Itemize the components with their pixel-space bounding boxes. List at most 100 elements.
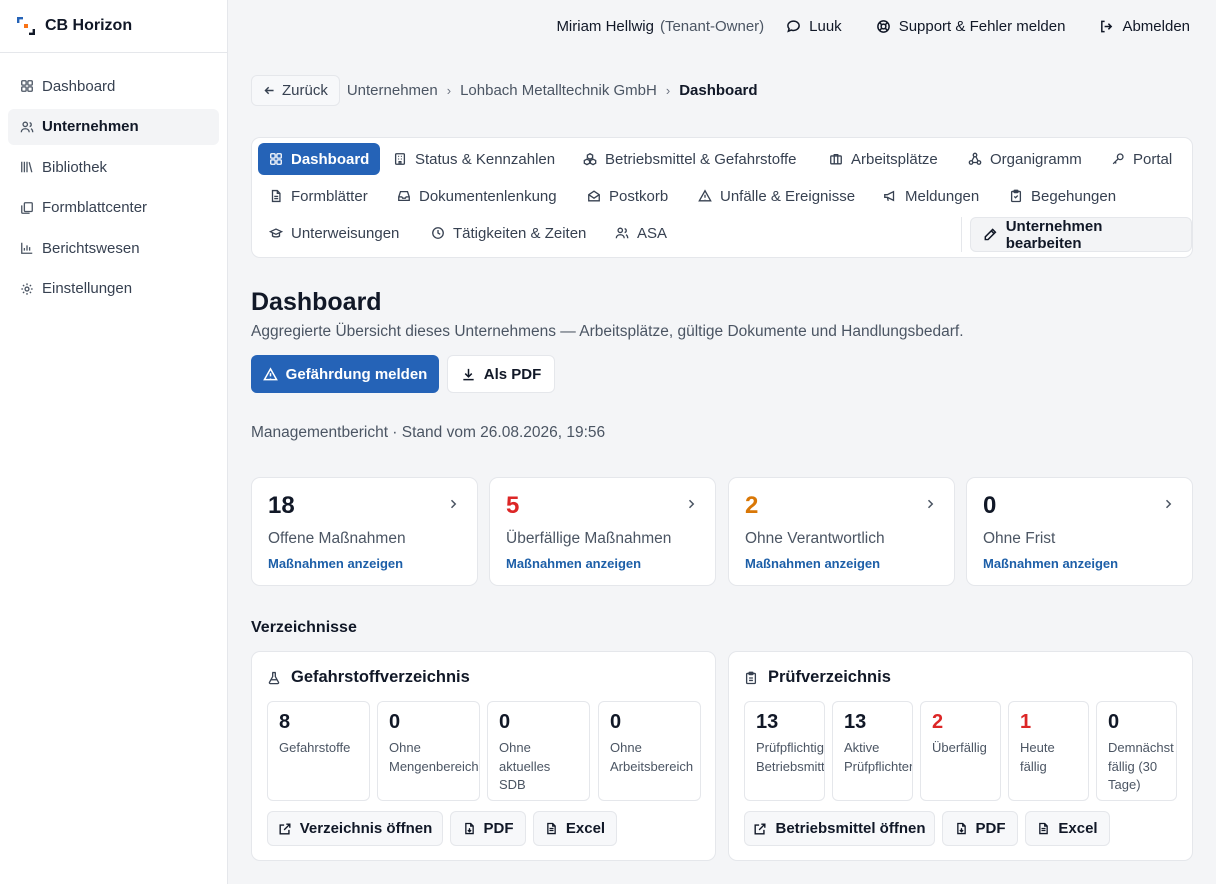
sidebar-item-label: Unternehmen xyxy=(42,118,139,136)
user-role: (Tenant-Owner) xyxy=(659,17,765,35)
kpi-label: Überfällige Maßnahmen xyxy=(506,530,672,547)
tab-unterweisungen[interactable]: Unterweisungen xyxy=(258,217,410,249)
card-title: Gefahrstoffverzeichnis xyxy=(267,668,470,687)
tab-label: Dashboard xyxy=(291,150,370,168)
kpi-card-no-deadline[interactable]: 0 Ohne Frist Maßnahmen anzeigen xyxy=(966,477,1193,586)
button-label: Verzeichnis öffnen xyxy=(299,820,433,837)
back-button[interactable]: Zurück xyxy=(251,75,340,106)
kpi-card-open[interactable]: 18 Offene Maßnahmen Maßnahmen anzeigen xyxy=(251,477,478,586)
top-bar: Miriam Hellwig (Tenant-Owner) Luuk Suppo… xyxy=(228,0,1216,52)
tab-arbeitsplaetze[interactable]: Arbeitsplätze xyxy=(818,143,949,175)
tab-label: Betriebsmittel & Gefahrstoffe xyxy=(605,150,797,168)
edit-company-label: Unternehmen bearbeiten xyxy=(1005,217,1103,252)
sidebar-nav: Dashboard Unternehmen Bibliothek Formbla… xyxy=(0,53,227,307)
stat-tile[interactable]: 13 Prüfpflichtige Betriebsmittel xyxy=(744,701,825,801)
kpi-label: Offene Maßnahmen xyxy=(268,530,406,547)
chat-button[interactable]: Luuk xyxy=(786,18,842,35)
tab-label: Postkorb xyxy=(609,187,669,205)
tab-portal[interactable]: Portal xyxy=(1100,143,1183,175)
logout-button[interactable]: Abmelden xyxy=(1099,18,1190,35)
section-title: Verzeichnisse xyxy=(251,619,357,636)
tab-status-kennzahlen[interactable]: Status & Kennzahlen xyxy=(382,143,566,175)
breadcrumb-link-unternehmen[interactable]: Unternehmen xyxy=(347,82,438,99)
tab-taetigkeiten[interactable]: Tätigkeiten & Zeiten xyxy=(420,217,597,249)
building-icon xyxy=(394,153,406,165)
tab-begehungen[interactable]: Begehungen xyxy=(998,180,1127,212)
stat-tile[interactable]: 8 Gefahrstoffe xyxy=(267,701,370,801)
stat-tile[interactable]: 0 Ohne Arbeitsbereich xyxy=(598,701,701,801)
arrow-left-icon xyxy=(264,86,274,95)
divider xyxy=(961,217,962,252)
tab-dashboard[interactable]: Dashboard xyxy=(258,143,381,175)
clock-icon xyxy=(432,227,444,239)
export-pdf-button[interactable]: Als PDF xyxy=(447,355,555,393)
chevron-right-icon xyxy=(1165,499,1172,509)
tab-betriebsmittel[interactable]: Betriebsmittel & Gefahrstoffe xyxy=(572,143,807,175)
app-name: CB Horizon xyxy=(45,17,133,34)
stat-tile[interactable]: 13 Aktive Prüfpflichten xyxy=(832,701,913,801)
report-hazard-button[interactable]: Gefährdung melden xyxy=(251,355,439,393)
open-directory-button[interactable]: Verzeichnis öffnen xyxy=(267,811,443,846)
lifebuoy-icon xyxy=(876,19,890,33)
support-label: Support & Fehler melden xyxy=(898,17,1066,35)
tab-dokumentenlenkung[interactable]: Dokumentenlenkung xyxy=(386,180,568,212)
sidebar-item-bibliothek[interactable]: Bibliothek xyxy=(8,149,219,185)
kpi-card-no-owner[interactable]: 2 Ohne Verantwortlich Maßnahmen anzeigen xyxy=(728,477,955,586)
open-equipment-button[interactable]: Betriebsmittel öffnen xyxy=(744,811,935,846)
stat-tile[interactable]: 0 Demnächst fällig (30 Tage) xyxy=(1096,701,1177,801)
kpi-card-overdue[interactable]: 5 Überfällige Maßnahmen Maßnahmen anzeig… xyxy=(489,477,716,586)
kpi-link[interactable]: Maßnahmen anzeigen xyxy=(268,556,461,571)
export-pdf-label: Als PDF xyxy=(483,365,542,383)
excel-button[interactable]: Excel xyxy=(1025,811,1110,846)
stat-tile[interactable]: 0 Ohne Mengenbereich xyxy=(377,701,480,801)
tab-unfaelle[interactable]: Unfälle & Ereignisse xyxy=(687,180,866,212)
button-label: Excel xyxy=(565,820,606,837)
sidebar-item-berichtswesen[interactable]: Berichtswesen xyxy=(8,230,219,266)
tab-asa[interactable]: ASA xyxy=(604,217,678,249)
stat-tile[interactable]: 0 Ohne aktuelles SDB xyxy=(487,701,590,801)
pdf-button[interactable]: PDF xyxy=(450,811,526,846)
external-link-icon xyxy=(279,822,291,835)
stat-value: 0 xyxy=(389,711,401,733)
excel-button[interactable]: Excel xyxy=(533,811,617,846)
key-icon xyxy=(1112,153,1124,165)
stat-value: 1 xyxy=(1020,711,1032,733)
flask-icon xyxy=(268,671,280,684)
stat-tile[interactable]: 1 Heute fällig xyxy=(1008,701,1089,801)
tab-organigramm[interactable]: Organigramm xyxy=(957,143,1093,175)
stat-tile[interactable]: 2 Überfällig xyxy=(920,701,1001,801)
sidebar-item-unternehmen[interactable]: Unternehmen xyxy=(8,108,219,145)
hazardous-substances-card: Gefahrstoffverzeichnis 8 Gefahrstoffe 0 … xyxy=(251,651,716,861)
inbox-icon xyxy=(398,190,410,202)
report-hazard-label: Gefährdung melden xyxy=(285,365,428,383)
kpi-link[interactable]: Maßnahmen anzeigen xyxy=(983,556,1176,571)
kpi-link[interactable]: Maßnahmen anzeigen xyxy=(506,556,699,571)
tab-meldungen[interactable]: Meldungen xyxy=(872,180,990,212)
sidebar-item-formblattcenter[interactable]: Formblattcenter xyxy=(8,190,219,226)
sidebar-item-dashboard[interactable]: Dashboard xyxy=(8,68,219,104)
button-label: PDF xyxy=(483,820,514,837)
stat-label: Aktive Prüfpflichten xyxy=(844,740,913,774)
kpi-value: 18 xyxy=(268,492,295,519)
breadcrumb-link-company[interactable]: Lohbach Metalltechnik GmbH xyxy=(460,82,657,99)
sidebar-item-einstellungen[interactable]: Einstellungen xyxy=(8,271,219,307)
edit-company-button[interactable]: Unternehmen bearbeiten xyxy=(970,217,1192,252)
app-logo[interactable]: CB Horizon xyxy=(0,0,227,53)
kpi-link[interactable]: Maßnahmen anzeigen xyxy=(745,556,938,571)
tab-label: Unterweisungen xyxy=(291,224,400,242)
card-title-text: Prüfverzeichnis xyxy=(768,668,891,686)
download-icon xyxy=(463,368,474,380)
stat-label: Prüfpflichtige Betriebsmittel xyxy=(756,740,825,774)
tab-postkorb[interactable]: Postkorb xyxy=(576,180,679,212)
sidebar-item-label: Formblattcenter xyxy=(42,199,148,217)
tab-label: Portal xyxy=(1133,150,1173,168)
kpi-value: 5 xyxy=(506,492,520,519)
support-button[interactable]: Support & Fehler melden xyxy=(876,17,1066,35)
pdf-button[interactable]: PDF xyxy=(942,811,1018,846)
clipboard-icon xyxy=(745,671,757,684)
tab-formblaetter[interactable]: Formblätter xyxy=(258,180,379,212)
bar-chart-icon xyxy=(21,243,33,255)
company-tabs: Dashboard Status & Kennzahlen Betriebsmi… xyxy=(251,137,1193,258)
clipboard-icon xyxy=(1010,189,1022,203)
stat-label: Überfällig xyxy=(932,740,987,755)
